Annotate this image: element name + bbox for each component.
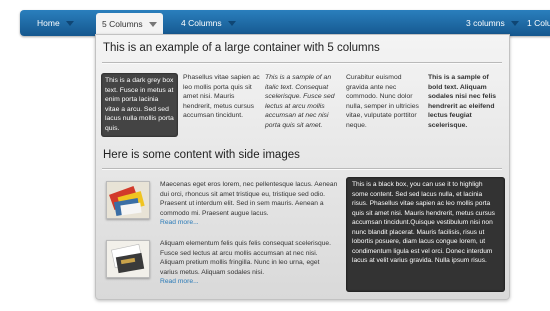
text-column-2: Phasellus vitae sapien ac leo mollis por… bbox=[183, 74, 260, 120]
item-description: Aliquam elementum felis quis felis conse… bbox=[160, 240, 331, 276]
thumbnail-image-2 bbox=[106, 240, 150, 278]
menu-item-3-columns[interactable]: 3 columns bbox=[466, 10, 519, 36]
menu-item-label: 4 Columns bbox=[181, 18, 222, 28]
chevron-down-icon bbox=[227, 21, 236, 27]
read-more-link[interactable]: Read more... bbox=[160, 218, 338, 228]
chevron-down-icon bbox=[65, 21, 74, 27]
bold-text-column: This is a sample of bold text. Aliquam s… bbox=[428, 74, 496, 129]
menu-item-label: 5 Columns bbox=[102, 19, 143, 29]
menu-item-home[interactable]: Home bbox=[37, 10, 74, 36]
list-item: Aliquam elementum felis quis felis conse… bbox=[160, 239, 338, 287]
menu-item-label: 3 columns bbox=[466, 18, 505, 28]
menu-item-1-column[interactable]: 1 Colu bbox=[527, 10, 550, 36]
menu-item-4-columns[interactable]: 4 Columns bbox=[181, 10, 236, 36]
menu-item-label: 1 Colu bbox=[527, 18, 550, 28]
section-heading-5-columns: This is an example of a large container … bbox=[103, 42, 380, 54]
text-column-4: Curabitur euismod gravida ante nec commo… bbox=[346, 74, 419, 129]
list-item: Maecenas eget eros lorem, nec pellentesq… bbox=[160, 180, 338, 228]
thumbnail-image-1 bbox=[106, 181, 150, 219]
dark-grey-text-box: This is a dark grey box text. Fusce in m… bbox=[101, 73, 178, 137]
divider bbox=[102, 62, 502, 64]
chevron-down-icon bbox=[510, 21, 519, 27]
chevron-down-icon bbox=[148, 22, 157, 28]
black-highlight-box: This is a black box, you can use it to h… bbox=[346, 177, 505, 292]
divider bbox=[102, 168, 502, 170]
menu-item-label: Home bbox=[37, 18, 60, 28]
italic-text-column: This is a sample of an italic text. Cons… bbox=[265, 74, 335, 129]
five-columns-dropdown-panel: This is an example of a large container … bbox=[95, 34, 510, 300]
read-more-link[interactable]: Read more... bbox=[160, 277, 338, 287]
main-menu-bar: Home 5 Columns 4 Columns 3 columns 1 Col… bbox=[20, 10, 550, 38]
section-heading-side-images: Here is some content with side images bbox=[103, 149, 300, 161]
item-description: Maecenas eget eros lorem, nec pellentesq… bbox=[160, 181, 338, 217]
